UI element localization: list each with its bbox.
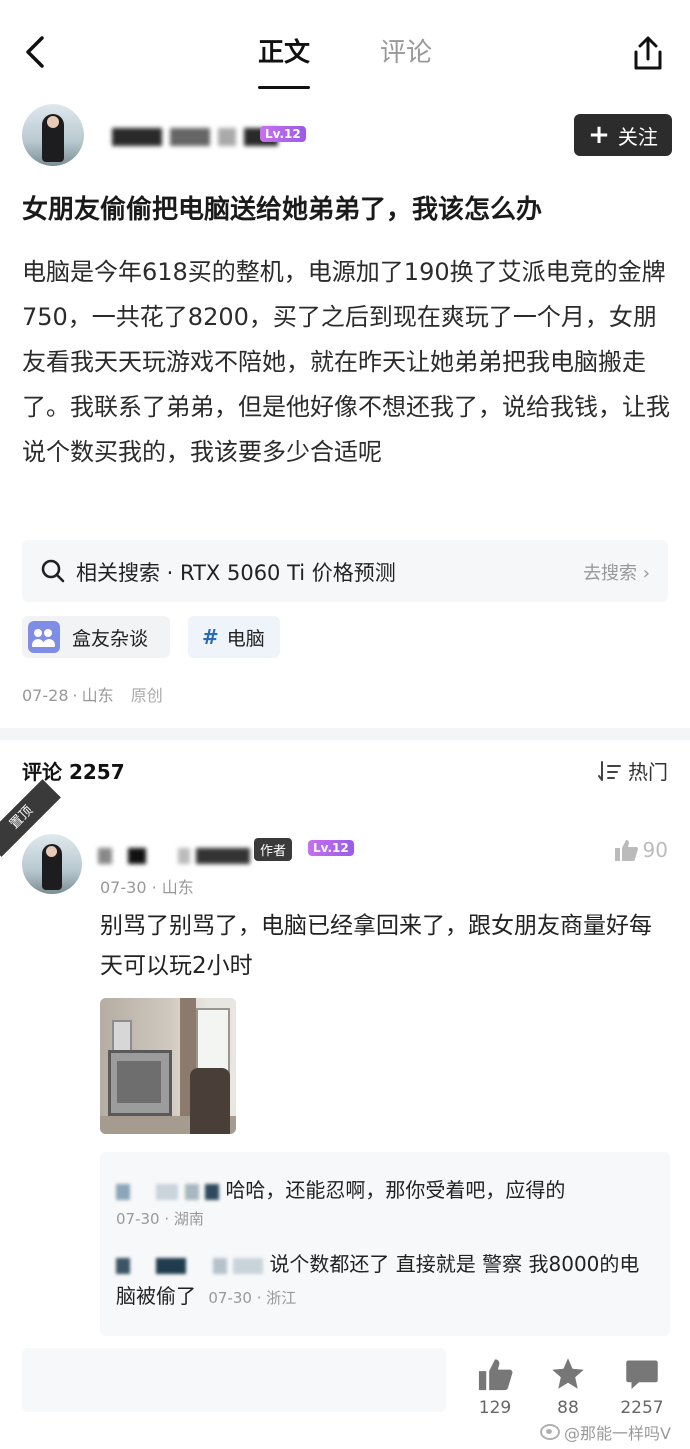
comment-location: 山东 — [161, 878, 194, 897]
follow-label: 关注 — [617, 124, 658, 149]
comment-input[interactable] — [22, 1348, 446, 1412]
avatar[interactable] — [22, 834, 82, 894]
group-chip-label: 盒友杂谈 — [72, 627, 149, 650]
search-icon — [40, 558, 66, 584]
replier-name-redacted — [116, 1183, 130, 1200]
comments-title: 评论 2257 — [22, 760, 125, 784]
like-count: 129 — [478, 1398, 512, 1418]
topic-chip[interactable]: # 电脑 — [188, 616, 280, 658]
comment-date: 07-30 — [100, 878, 147, 897]
sort-button[interactable]: 热门 — [598, 756, 668, 785]
reply-text: 哈哈，还能忍啊，那你受着吧，应得的 — [225, 1178, 566, 1202]
back-icon[interactable] — [18, 32, 58, 72]
comment-meta: 07-30 · 山东 — [100, 878, 194, 897]
related-search[interactable]: 相关搜索 · RTX 5060 Ti 价格预测 去搜索 › — [22, 540, 668, 602]
avatar[interactable] — [22, 104, 84, 166]
active-tab-indicator — [258, 86, 310, 89]
tab-comments[interactable]: 评论 — [380, 32, 432, 69]
favorite-count: 88 — [557, 1398, 579, 1418]
group-chip[interactable]: 盒友杂谈 — [22, 616, 170, 658]
commenter-name-redacted — [196, 848, 250, 864]
comment-bubble-icon — [626, 1360, 658, 1389]
reply-item[interactable]: 说个数都还了 直接就是 警察 我8000的电脑被偷了 07-30 · 浙江 — [116, 1248, 656, 1314]
watermark: @那能一样吗V — [540, 1420, 671, 1444]
author-name-redacted — [170, 128, 210, 146]
sort-icon — [598, 760, 621, 781]
go-search-link[interactable]: 去搜索 › — [583, 559, 650, 585]
reply-meta: 07-30 · 湖南 — [116, 1210, 204, 1228]
weibo-logo-icon — [540, 1424, 560, 1440]
thumbs-up-icon — [614, 840, 638, 861]
replier-name-redacted — [156, 1183, 179, 1200]
section-divider — [0, 728, 690, 740]
favorite-button[interactable]: 88 — [533, 1348, 603, 1418]
top-bar: 正文 评论 — [0, 0, 690, 100]
reply-text: 说个数都还了 直接就是 警察 我8000的电脑被偷了 — [116, 1252, 640, 1308]
level-badge: Lv.12 — [308, 840, 354, 856]
star-icon — [552, 1358, 584, 1389]
comment-photo[interactable] — [100, 998, 236, 1134]
post-author: Lv.12 + 关注 — [22, 104, 672, 168]
post-location: 山东 — [81, 686, 114, 705]
author-tag: 作者 — [254, 838, 293, 861]
comment-count: 2257 — [620, 1398, 664, 1418]
replies-box: 哈哈，还能忍啊，那你受着吧，应得的 07-30 · 湖南 说个数都还了 直接就是… — [100, 1152, 670, 1336]
like-button[interactable]: 129 — [460, 1348, 530, 1418]
share-icon[interactable] — [628, 34, 668, 74]
comment-button[interactable]: 2257 — [607, 1348, 677, 1418]
group-icon — [28, 621, 60, 653]
post-date: 07-28 — [22, 686, 69, 705]
comment-text: 别骂了别骂了，电脑已经拿回来了，跟女朋友商量好每天可以玩2小时 — [100, 913, 652, 979]
hashtag-icon: # — [202, 625, 219, 649]
replier-name-redacted — [233, 1257, 264, 1274]
tab-main-text[interactable]: 正文 — [258, 32, 310, 69]
replier-name-redacted — [116, 1257, 130, 1274]
replier-name-redacted — [184, 1183, 199, 1200]
comment-like-button[interactable]: 90 — [613, 838, 668, 862]
level-badge: Lv.12 — [260, 126, 306, 142]
post-title: 女朋友偷偷把电脑送给她弟弟了，我该怎么办 — [22, 195, 543, 225]
plus-icon: + — [588, 120, 610, 150]
author-name-redacted — [218, 128, 236, 146]
reply-item[interactable]: 哈哈，还能忍啊，那你受着吧，应得的 07-30 · 湖南 — [116, 1174, 656, 1229]
post-meta: 07-28 · 山东 原创 — [22, 686, 163, 705]
original-tag: 原创 — [130, 686, 163, 705]
commenter-name-redacted — [178, 848, 190, 864]
comment-like-count: 90 — [642, 838, 668, 862]
commenter-name-redacted — [128, 848, 146, 864]
sort-label: 热门 — [628, 760, 668, 784]
replier-name-redacted — [156, 1257, 187, 1274]
topic-chip-label: 电脑 — [226, 627, 265, 650]
post-body: 电脑是今年618买的整机，电源加了190换了艾派电竞的金牌750，一共花了820… — [22, 258, 670, 466]
related-search-text: 相关搜索 · RTX 5060 Ti 价格预测 — [76, 561, 396, 585]
replier-name-redacted — [205, 1183, 220, 1200]
thumbs-up-icon — [478, 1359, 513, 1391]
replier-name-redacted — [212, 1257, 227, 1274]
follow-button[interactable]: + 关注 — [574, 114, 672, 156]
chevron-right-icon: › — [642, 563, 650, 584]
reply-meta: 07-30 · 浙江 — [208, 1289, 297, 1307]
comments-header: 评论 2257 热门 — [22, 756, 668, 786]
author-name-redacted — [112, 128, 162, 146]
commenter-name-redacted — [98, 848, 112, 864]
